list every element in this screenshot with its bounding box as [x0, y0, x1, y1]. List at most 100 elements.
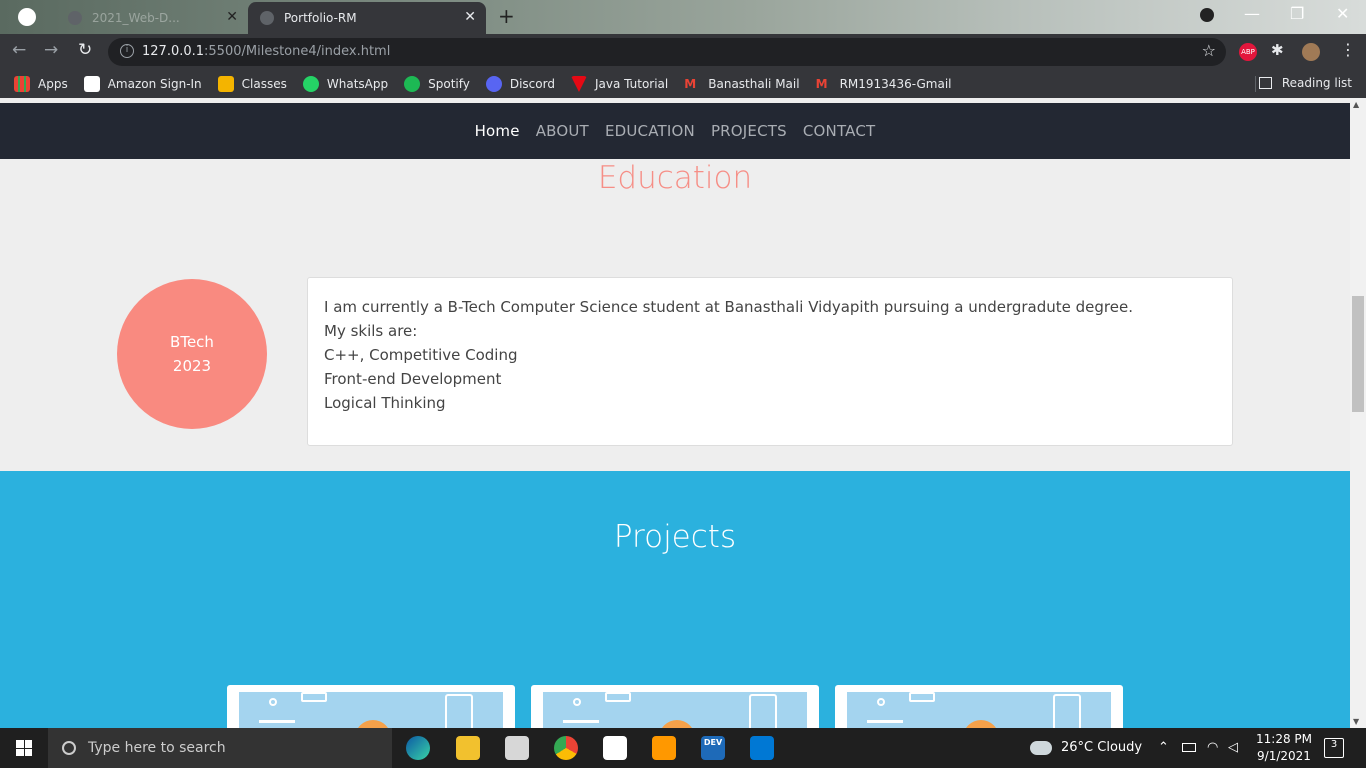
close-tab-icon[interactable]: ✕	[464, 9, 476, 25]
nav-education[interactable]: EDUCATION	[605, 122, 695, 140]
classroom-icon	[217, 76, 234, 92]
nav-home[interactable]: Home	[475, 122, 520, 140]
tab-label: Portfolio-RM	[284, 11, 357, 25]
project-thumbnail	[847, 692, 1111, 728]
education-line: I am currently a B-Tech Computer Science…	[324, 298, 1133, 316]
extensions-puzzle-icon[interactable]: ✱	[1271, 41, 1289, 59]
bookmark-label: Java Tutorial	[594, 77, 669, 91]
url-path: :5500/Milestone4/index.html	[204, 44, 391, 59]
education-card: I am currently a B-Tech Computer Science…	[307, 277, 1233, 446]
bookmark-java-tutorial[interactable]: Java Tutorial	[570, 76, 669, 92]
nav-projects[interactable]: PROJECTS	[711, 122, 787, 140]
gmail-icon: M	[684, 77, 697, 91]
scrollbar-thumb[interactable]	[1352, 296, 1364, 412]
bookmark-label: Classes	[241, 77, 287, 91]
bookmark-label: WhatsApp	[326, 77, 389, 91]
github-icon[interactable]	[18, 8, 36, 26]
tab-strip: 2021_Web-D... ✕ Portfolio-RM ✕ + — ❐ ✕	[0, 0, 1366, 34]
adblock-icon[interactable]: ABP	[1239, 43, 1257, 61]
vscode-icon[interactable]	[750, 736, 774, 760]
apps-grid-icon	[14, 76, 30, 92]
devcpp-icon[interactable]: DEV	[701, 736, 725, 760]
taskbar-search[interactable]: Type here to search	[48, 728, 392, 768]
bookmark-label: Spotify	[428, 77, 470, 91]
chrome-icon[interactable]	[554, 736, 578, 760]
notifications-icon[interactable]: 3	[1324, 738, 1344, 758]
degree-circle: BTech 2023	[117, 279, 267, 429]
bookmark-amazon[interactable]: Amazon Sign-In	[83, 76, 202, 92]
bookmark-label: Discord	[509, 77, 555, 91]
bookmark-spotify[interactable]: Spotify	[404, 76, 470, 92]
bookmark-banasthali-mail[interactable]: M Banasthali Mail	[684, 76, 799, 92]
restore-button[interactable]: ❐	[1290, 4, 1304, 23]
nav-contact[interactable]: CONTACT	[803, 122, 876, 140]
url-host: 127.0.0.1	[142, 44, 205, 59]
tab-favicon	[260, 11, 274, 25]
bookmark-whatsapp[interactable]: WhatsApp	[302, 76, 389, 92]
bookmark-label: RM1913436-Gmail	[839, 77, 952, 91]
volume-icon[interactable]: ◁	[1228, 740, 1238, 755]
reading-list-label: Reading list	[1281, 76, 1352, 90]
back-icon[interactable]: ←	[12, 40, 26, 60]
gmail-icon: M	[815, 77, 828, 91]
tab-portfolio[interactable]: Portfolio-RM ✕	[248, 2, 486, 34]
address-bar[interactable]: i 127.0.0.1:5500/Milestone4/index.html ☆	[108, 38, 1226, 66]
tray-chevron-icon[interactable]: ⌃	[1158, 740, 1169, 755]
profile-avatar[interactable]	[1302, 43, 1320, 61]
url-text: 127.0.0.1:5500/Milestone4/index.html	[142, 44, 390, 59]
bookmarks-bar: Apps Amazon Sign-In Classes WhatsApp Spo…	[0, 70, 1366, 98]
scroll-down-arrow-icon[interactable]: ▼	[1353, 717, 1359, 726]
tab-web-d[interactable]: 2021_Web-D... ✕	[56, 2, 248, 34]
windows-start-icon[interactable]	[16, 740, 32, 756]
new-tab-button[interactable]: +	[498, 4, 515, 28]
spotify-icon	[404, 76, 421, 92]
reload-icon[interactable]: ↻	[78, 40, 92, 60]
projects-heading: Projects	[613, 519, 737, 555]
bookmark-classes[interactable]: Classes	[217, 76, 287, 92]
discord-icon	[485, 76, 502, 92]
bookmark-apps[interactable]: Apps	[14, 76, 68, 92]
file-explorer-icon[interactable]	[456, 736, 480, 760]
search-placeholder: Type here to search	[88, 740, 226, 756]
minimize-button[interactable]: —	[1244, 4, 1260, 23]
menu-kebab-icon[interactable]: ⋮	[1340, 40, 1358, 59]
edge-icon[interactable]	[406, 736, 430, 760]
projects-section: Projects	[0, 471, 1350, 728]
nav-about[interactable]: ABOUT	[536, 122, 589, 140]
degree-label: BTech	[170, 333, 214, 351]
wifi-icon[interactable]: ◠	[1207, 740, 1218, 755]
sublime-icon[interactable]	[652, 736, 676, 760]
bookmark-star-icon[interactable]: ☆	[1202, 41, 1216, 60]
close-tab-icon[interactable]: ✕	[226, 9, 238, 25]
forward-icon[interactable]: →	[44, 40, 58, 60]
education-heading: Education	[597, 160, 753, 196]
project-thumbnail	[239, 692, 503, 728]
weather-text[interactable]: 26°C Cloudy	[1061, 740, 1142, 755]
project-card[interactable]	[227, 685, 515, 728]
cloud-weather-icon	[1030, 741, 1052, 755]
tab-search-icon[interactable]	[1200, 8, 1214, 22]
taskbar-clock[interactable]: 11:28 PM 9/1/2021	[1254, 731, 1314, 765]
store-icon[interactable]	[505, 736, 529, 760]
bookmark-discord[interactable]: Discord	[485, 76, 555, 92]
site-navbar: Home ABOUT EDUCATION PROJECTS CONTACT	[0, 103, 1350, 159]
site-info-icon[interactable]: i	[120, 44, 134, 58]
education-line: Logical Thinking	[324, 394, 446, 412]
bookmarks-divider	[1255, 76, 1256, 92]
project-thumbnail	[543, 692, 807, 728]
amazon-icon	[83, 76, 100, 92]
battery-icon[interactable]	[1182, 743, 1196, 752]
close-window-button[interactable]: ✕	[1336, 4, 1349, 23]
clock-date: 9/1/2021	[1257, 749, 1311, 763]
project-card[interactable]	[835, 685, 1123, 728]
education-line: My skils are:	[324, 322, 418, 340]
clock-time: 11:28 PM	[1256, 732, 1312, 746]
tab-favicon	[68, 11, 82, 25]
page-scrollbar[interactable]: ▲ ▼	[1350, 98, 1366, 728]
reading-list-button[interactable]: Reading list	[1258, 76, 1352, 90]
scroll-up-arrow-icon[interactable]: ▲	[1353, 100, 1359, 109]
bookmark-rm-gmail[interactable]: M RM1913436-Gmail	[816, 76, 952, 92]
education-line: Front-end Development	[324, 370, 502, 388]
zeal-icon[interactable]	[603, 736, 627, 760]
project-card[interactable]	[531, 685, 819, 728]
